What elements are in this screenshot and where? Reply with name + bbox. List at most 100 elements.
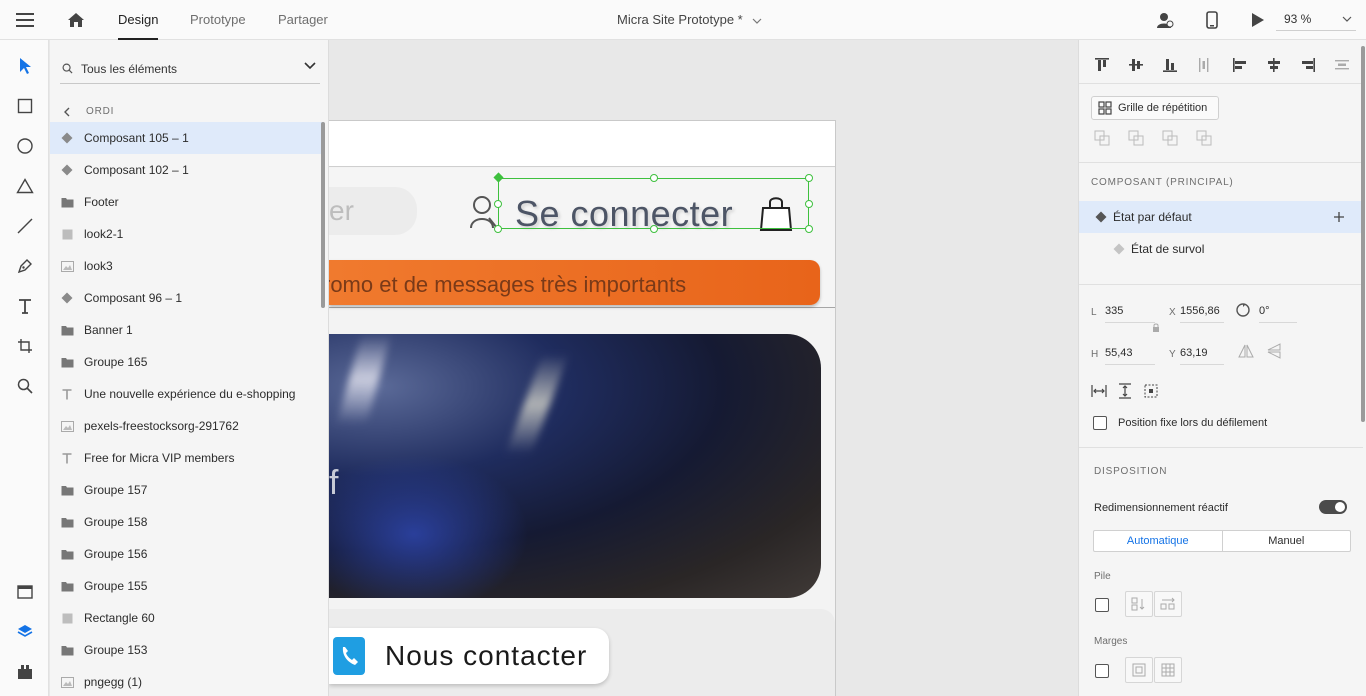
document-assets-icon[interactable] — [0, 577, 49, 607]
line-tool-icon[interactable] — [0, 211, 49, 241]
stack-horizontal-button[interactable] — [1154, 591, 1182, 617]
layer-item[interactable]: Groupe 158 — [50, 506, 324, 538]
ellipse-tool-icon[interactable] — [0, 131, 49, 161]
layout-section-title: DISPOSITION — [1094, 466, 1168, 477]
rotation-input[interactable]: 0° — [1259, 303, 1297, 323]
artboard-tool-icon[interactable] — [0, 331, 49, 361]
tab-design[interactable]: Design — [118, 0, 159, 40]
height-input[interactable]: 55,43 — [1105, 345, 1155, 365]
tab-share[interactable]: Partager — [278, 0, 328, 40]
zoom-select[interactable]: 93 % — [1276, 9, 1356, 31]
document-title[interactable]: Micra Site Prototype * — [617, 0, 762, 40]
boolean-add-icon[interactable] — [1092, 128, 1112, 148]
margins-checkbox[interactable] — [1095, 664, 1109, 678]
stack-checkbox[interactable] — [1095, 598, 1109, 612]
breadcrumb[interactable]: ORDI — [64, 106, 114, 117]
add-state-icon[interactable] — [1333, 211, 1345, 223]
layer-item[interactable]: Groupe 153 — [50, 634, 324, 666]
lock-aspect-icon[interactable] — [1152, 323, 1160, 333]
layer-item[interactable]: Banner 1 — [50, 314, 324, 346]
play-icon[interactable] — [1248, 0, 1268, 40]
distribute-vertical-icon[interactable] — [1194, 55, 1214, 75]
align-right-icon[interactable] — [1298, 55, 1318, 75]
selection-handle[interactable] — [650, 225, 658, 233]
resize-mode-switch[interactable]: Automatique Manuel — [1093, 530, 1351, 552]
properties-scrollbar[interactable] — [1361, 46, 1365, 422]
select-tool-icon[interactable] — [0, 51, 49, 81]
boolean-exclude-icon[interactable] — [1194, 128, 1214, 148]
flip-horizontal-icon[interactable] — [1238, 344, 1254, 358]
align-center-icon[interactable] — [1264, 55, 1284, 75]
boolean-subtract-icon[interactable] — [1126, 128, 1146, 148]
stack-vertical-button[interactable] — [1125, 591, 1153, 617]
user-share-icon[interactable] — [1154, 0, 1176, 40]
site-search-pill[interactable]: er — [329, 187, 417, 235]
layer-item[interactable]: look2-1 — [50, 218, 324, 250]
selection-handle[interactable] — [494, 225, 502, 233]
layers-icon[interactable] — [0, 617, 49, 647]
hamburger-menu-icon[interactable] — [10, 0, 40, 40]
zoom-tool-icon[interactable] — [0, 371, 49, 401]
text-tool-icon[interactable] — [0, 291, 49, 321]
design-canvas[interactable]: er Se connecter romo et de messages très… — [329, 40, 1078, 696]
layer-item[interactable]: Une nouvelle expérience du e-shopping — [50, 378, 324, 410]
layer-item-label: Composant 105 – 1 — [84, 131, 189, 145]
polygon-tool-icon[interactable] — [0, 171, 49, 201]
layer-item[interactable]: pngegg (1) — [50, 666, 324, 696]
responsive-resize-toggle[interactable] — [1319, 500, 1347, 514]
layer-item[interactable]: look3 — [50, 250, 324, 282]
layer-item[interactable]: Composant 105 – 1 — [50, 122, 324, 154]
hero-image[interactable]: f — [329, 334, 821, 598]
layers-scrollbar[interactable] — [321, 122, 325, 308]
distribute-horizontal-icon[interactable] — [1332, 55, 1352, 75]
layer-item-label: pngegg (1) — [84, 675, 143, 689]
y-input[interactable]: 63,19 — [1180, 345, 1224, 365]
rectangle-tool-icon[interactable] — [0, 91, 49, 121]
layer-item[interactable]: Footer — [50, 186, 324, 218]
align-middle-icon[interactable] — [1126, 55, 1146, 75]
layer-item[interactable]: Groupe 157 — [50, 474, 324, 506]
align-bottom-icon[interactable] — [1160, 55, 1180, 75]
margin-grid-button[interactable] — [1154, 657, 1182, 683]
selection-bounding-box[interactable] — [498, 178, 809, 229]
constrain-height-icon[interactable] — [1115, 381, 1135, 401]
state-default[interactable]: État par défaut — [1079, 201, 1363, 233]
responsive-pins-icon[interactable] — [1141, 381, 1161, 401]
constrain-width-icon[interactable] — [1089, 381, 1109, 401]
resize-manual-option[interactable]: Manuel — [1223, 531, 1351, 551]
width-input[interactable]: 335 — [1105, 303, 1155, 323]
layer-item[interactable]: pexels-freestocksorg-291762 — [50, 410, 324, 442]
home-icon[interactable] — [62, 0, 90, 40]
padding-icon — [1132, 663, 1146, 677]
plugins-icon[interactable] — [0, 657, 49, 687]
selection-handle[interactable] — [494, 200, 502, 208]
selection-handle[interactable] — [805, 200, 813, 208]
promo-banner[interactable]: romo et de messages très importants — [329, 260, 820, 305]
repeat-grid-button[interactable]: Grille de répétition — [1091, 96, 1219, 120]
layer-item[interactable]: Free for Micra VIP members — [50, 442, 324, 474]
contact-button[interactable]: Nous contacter — [329, 628, 609, 684]
boolean-intersect-icon[interactable] — [1160, 128, 1180, 148]
layer-item[interactable]: Groupe 155 — [50, 570, 324, 602]
selection-handle[interactable] — [805, 174, 813, 182]
selection-handle[interactable] — [650, 174, 658, 182]
x-input[interactable]: 1556,86 — [1180, 303, 1224, 323]
resize-auto-option[interactable]: Automatique — [1094, 531, 1223, 551]
tab-prototype[interactable]: Prototype — [190, 0, 246, 40]
selection-handle[interactable] — [805, 225, 813, 233]
state-hover[interactable]: État de survol — [1079, 233, 1363, 265]
layer-item[interactable]: Rectangle 60 — [50, 602, 324, 634]
flip-vertical-icon[interactable] — [1267, 343, 1281, 359]
mobile-preview-icon[interactable] — [1202, 0, 1222, 40]
layer-item[interactable]: Composant 102 – 1 — [50, 154, 324, 186]
align-top-icon[interactable] — [1092, 55, 1112, 75]
align-left-icon[interactable] — [1230, 55, 1250, 75]
padding-button[interactable] — [1125, 657, 1153, 683]
pen-tool-icon[interactable] — [0, 251, 49, 281]
chevron-down-icon — [1342, 16, 1352, 22]
layer-item[interactable]: Composant 96 – 1 — [50, 282, 324, 314]
layer-item[interactable]: Groupe 156 — [50, 538, 324, 570]
layer-item[interactable]: Groupe 165 — [50, 346, 324, 378]
fixed-position-checkbox[interactable] — [1093, 416, 1107, 430]
layer-filter-select[interactable]: Tous les éléments — [60, 54, 320, 84]
